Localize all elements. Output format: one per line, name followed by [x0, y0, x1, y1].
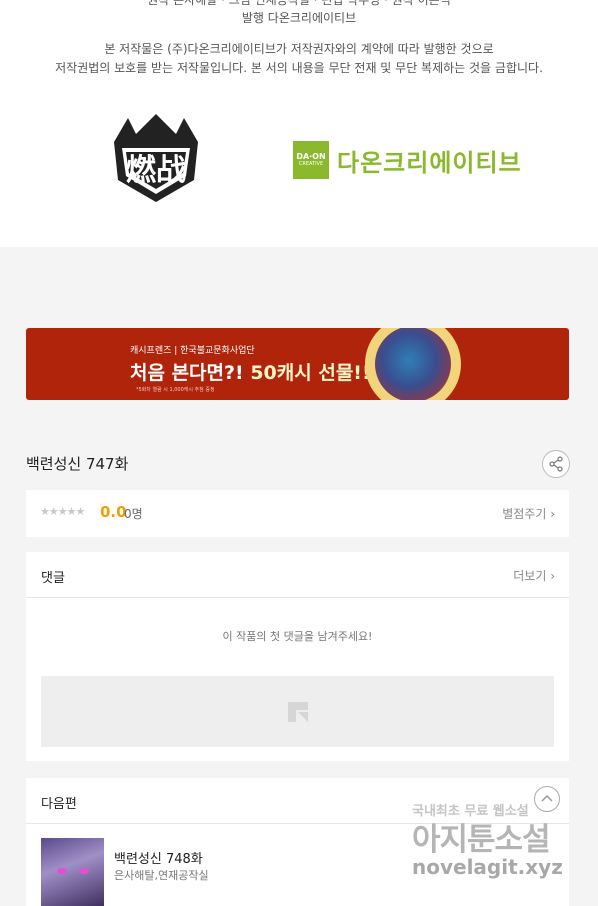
credit-line-authors: 원작 은사해탈 · 그림 연재공작실 · 편집 박주영 · 원작 이은석 [147, 0, 451, 7]
comments-title: 댓글 [41, 571, 65, 586]
share-icon [549, 456, 563, 472]
studio-logo: 燃战 [108, 110, 204, 204]
floating-action-button[interactable] [534, 786, 560, 812]
share-button[interactable] [542, 450, 570, 478]
publisher-logo-box: DA·ON CREATIVE [293, 141, 329, 179]
rating-stars: ★★★★★ [40, 505, 85, 518]
banner-top-text: 캐시프렌즈 | 한국불교문화사업단 [130, 346, 255, 356]
comment-input-box[interactable] [41, 676, 554, 747]
thumbnail-eye-left [57, 868, 67, 874]
rating-count: 0명 [124, 507, 143, 521]
next-episode-thumbnail[interactable] [41, 838, 104, 906]
episode-title: 백련성신 747화 [26, 455, 129, 473]
thumbnail-eye-right [79, 868, 89, 874]
rate-button[interactable]: 별점주기 › [502, 505, 555, 522]
next-episode-title[interactable]: 백련성신 748화 [114, 848, 203, 867]
publisher-logo: DA·ON CREATIVE 다온크리에이티브 [293, 140, 543, 180]
top-arrow-icon [541, 794, 553, 802]
studio-logo-text: 燃战 [126, 153, 186, 188]
comments-empty-message: 이 작품의 첫 댓글을 남겨주세요! [222, 630, 373, 643]
next-episode-author: 은사해탈,연재공작실 [114, 869, 209, 882]
banner-main-text-b: 50캐시 선물!! [250, 362, 371, 384]
rating-value: 0.0 [100, 503, 127, 521]
publisher-logo-box-sub: CREATIVE [298, 160, 324, 167]
next-episode-section-title: 다음편 [41, 797, 77, 812]
comment-placeholder-icon [288, 702, 308, 722]
comments-more-link[interactable]: 더보기 › [513, 567, 555, 584]
credit-line-publisher: 발행 다온크리에이티브 [241, 11, 357, 25]
banner-dragon-illustration [365, 328, 461, 400]
credits-section: 원작 은사해탈 · 그림 연재공작실 · 편집 박주영 · 원작 이은석 발행 … [0, 0, 598, 247]
rating-card: ★★★★★ 0.0 0명 별점주기 › [26, 490, 569, 537]
promo-banner[interactable]: 캐시프렌즈 | 한국불교문화사업단 처음 본다면?! 50캐시 선물!! *5화… [26, 328, 569, 400]
banner-main-text-a: 처음 본다면?! [130, 362, 244, 384]
copyright-line-2: 저작권법의 보호를 받는 저작물입니다. 본 서의 내용을 무단 전재 및 무단… [55, 61, 543, 75]
banner-note: *5화차 열람 시 1,000캐시 추첨 증정 [136, 387, 215, 393]
banner-main-text: 처음 본다면?! 50캐시 선물!! [130, 358, 371, 385]
publisher-logo-name: 다온크리에이티브 [337, 148, 522, 177]
comments-header: 댓글 더보기 › [26, 552, 569, 598]
copyright-line-1: 본 저작물은 (주)다온크리에이티브가 저작권자와의 계약에 따라 발행한 것으… [104, 42, 494, 56]
next-episode-card: 다음편 백련성신 748화 은사해탈,연재공작실 [26, 778, 569, 906]
comments-card: 댓글 더보기 › 이 작품의 첫 댓글을 남겨주세요! [26, 552, 569, 761]
next-episode-header: 다음편 [26, 778, 569, 824]
